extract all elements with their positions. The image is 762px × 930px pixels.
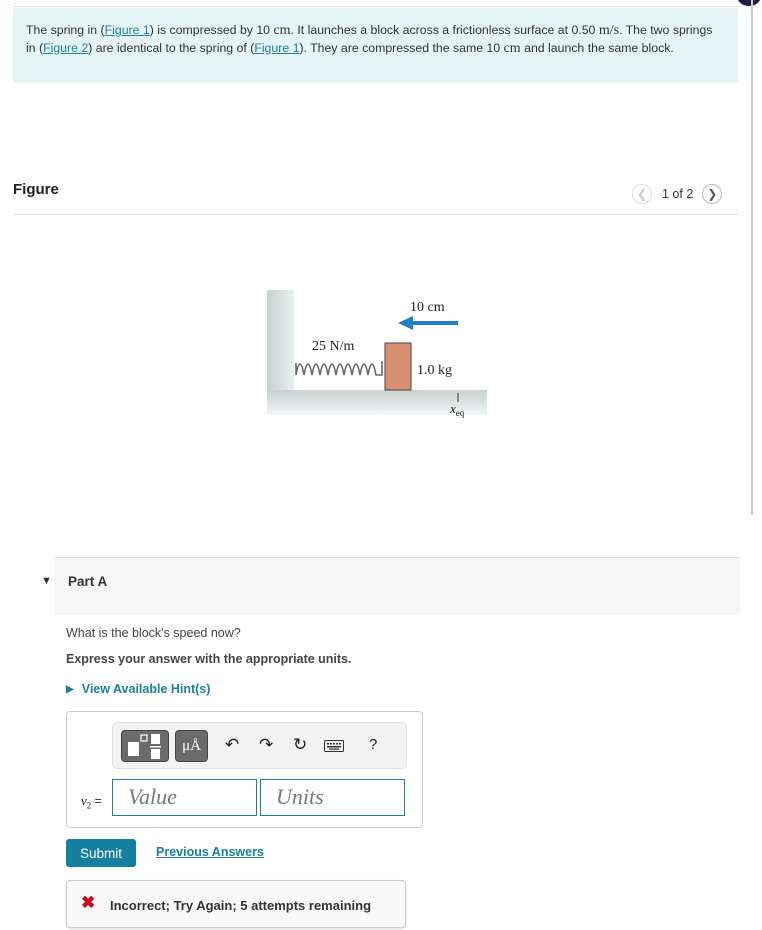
submit-button[interactable]: Submit [66, 839, 136, 867]
answer-box: μÅ ↶ ↷ ↻ ? v2 = Value Units [66, 711, 423, 828]
question-text: What is the block's speed now? [66, 626, 241, 640]
variable-label: v2 = [81, 793, 102, 810]
unit-text: cm [503, 40, 521, 56]
block [384, 342, 412, 391]
spring [295, 361, 383, 376]
previous-figure-button[interactable]: ❮ [632, 184, 652, 204]
mass-label: 1.0 kg [417, 363, 452, 378]
part-a-header[interactable]: ▼ Part A [41, 558, 740, 615]
corner-badge [737, 0, 761, 6]
figure-divider [13, 214, 738, 215]
problem-text: . It launches a block across a frictionl… [290, 23, 599, 37]
figure-1-link[interactable]: Figure 1 [105, 23, 150, 37]
top-divider [13, 6, 738, 7]
templates-icon [128, 734, 161, 759]
chevron-right-icon: ❯ [707, 187, 718, 201]
value-input[interactable]: Value [112, 779, 257, 816]
units-button[interactable]: μÅ [175, 730, 208, 762]
problem-statement: The spring in (Figure 1) is compressed b… [13, 8, 738, 83]
figure-1-link[interactable]: Figure 1 [254, 41, 299, 55]
instruction-text: Express your answer with the appropriate… [66, 652, 352, 666]
right-scroll-rule [751, 0, 753, 515]
reset-icon[interactable]: ↻ [293, 735, 307, 755]
problem-text: ) is compressed by 10 [149, 23, 274, 37]
collapse-triangle-icon[interactable]: ▼ [41, 575, 52, 587]
eq-sub: eq [456, 408, 465, 418]
unit-text: m/s [598, 23, 620, 38]
problem-text: ) are identical to the spring of ( [88, 40, 255, 55]
help-icon[interactable]: ? [369, 736, 377, 753]
view-hints-link[interactable]: ▶ View Available Hint(s) [66, 682, 210, 696]
problem-text: ). They are compressed the same 10 [299, 40, 504, 55]
displacement-arrow-head [398, 316, 413, 330]
feedback-text: Incorrect; Try Again; 5 attempts remaini… [110, 898, 372, 913]
problem-text: and launch the same block. [520, 40, 674, 55]
figure-pager: ❮ 1 of 2 ❯ [632, 183, 723, 205]
spring-constant-label: 25 N/m [312, 339, 355, 354]
caret-right-icon: ▶ [66, 683, 74, 695]
compression-label: 10 cm [410, 300, 445, 315]
part-label: Part A [68, 574, 108, 589]
keyboard-icon[interactable] [324, 740, 344, 752]
units-input[interactable]: Units [260, 779, 405, 816]
figure-2-link[interactable]: Figure 2 [43, 41, 88, 55]
problem-text: The spring in ( [26, 23, 105, 37]
figure-page-indicator: 1 of 2 [662, 187, 694, 201]
undo-icon[interactable]: ↶ [225, 735, 239, 755]
unit-text: cm [273, 23, 291, 38]
hint-link-label: View Available Hint(s) [81, 682, 211, 696]
spring-block-diagram: 25 N/m 1.0 kg 10 cm xeq [267, 290, 487, 418]
templates-button[interactable] [121, 730, 169, 762]
incorrect-x-icon: ✖ [81, 893, 96, 912]
feedback-message: ✖ Incorrect; Try Again; 5 attempts remai… [66, 880, 406, 928]
chevron-left-icon: ❮ [636, 187, 648, 201]
next-figure-button[interactable]: ❯ [702, 184, 723, 204]
redo-icon[interactable]: ↷ [259, 735, 273, 755]
previous-answers-link[interactable]: Previous Answers [156, 845, 264, 859]
figure-heading: Figure [13, 181, 59, 198]
equals-sign: = [91, 794, 102, 808]
math-toolbar: μÅ ↶ ↷ ↻ ? [112, 722, 407, 769]
